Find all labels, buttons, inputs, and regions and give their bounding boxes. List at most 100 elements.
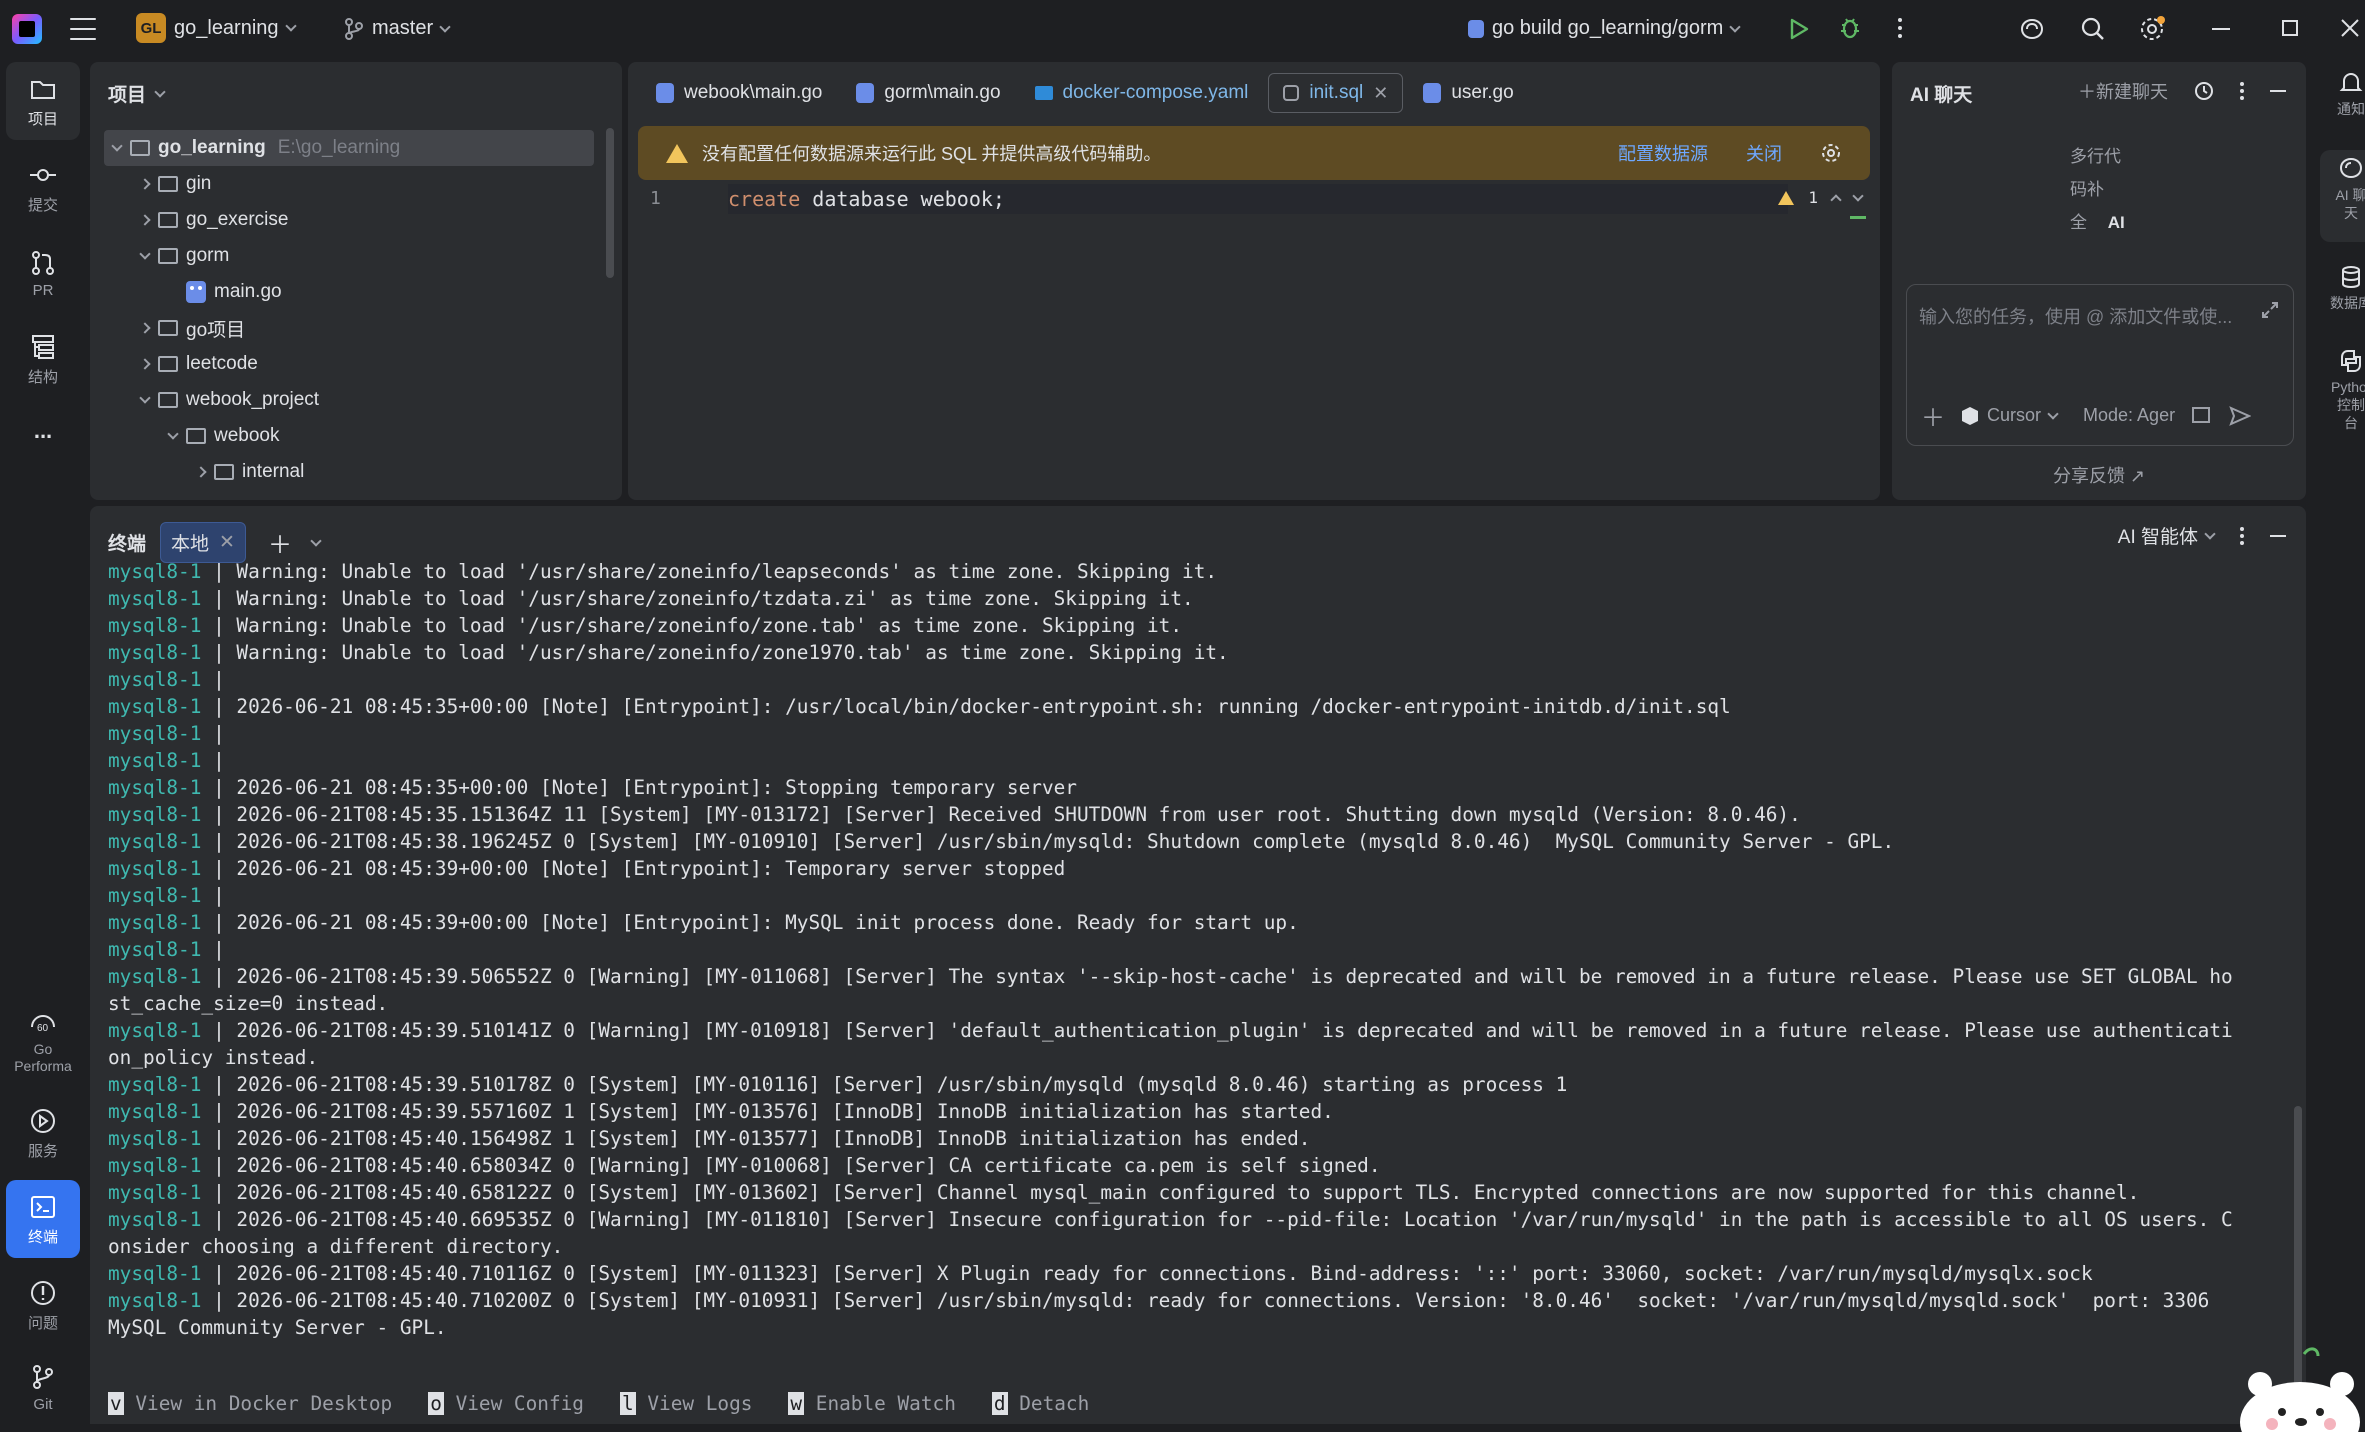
tab-user-go[interactable]: user.go [1409,73,1527,113]
close-tab-icon[interactable]: ✕ [219,531,235,554]
minimize-icon[interactable] [2212,28,2230,30]
tree-item-webook-project[interactable]: webook_project [104,382,622,418]
settings-icon[interactable] [2138,14,2168,44]
chevron-up-icon[interactable] [1830,193,1842,206]
terminal-line: mysql8-1 | 2026-06-21T08:45:40.156498Z 1… [108,1125,2306,1152]
container-prefix: mysql8-1 [108,965,202,988]
git-tool-button[interactable]: Git [6,1348,80,1426]
tree-item-root[interactable]: go_learning E:\go_learning [104,130,594,166]
commit-tool-button[interactable]: 提交 [6,148,80,226]
project-panel-header[interactable]: 项目 [108,80,166,107]
chevron-down-icon [111,140,123,152]
terminal-output[interactable]: mysql8-1 | Warning: Unable to load '/usr… [108,558,2306,1341]
branch-selector[interactable]: master [344,17,451,40]
tab-gorm-main-go[interactable]: gorm\main.go [842,73,1014,113]
configure-datasource-link[interactable]: 配置数据源 [1618,140,1708,166]
tree-item-leetcode[interactable]: leetcode [104,346,622,382]
new-terminal-icon[interactable]: ＋ [268,525,292,560]
ide-logo-icon[interactable] [12,14,42,44]
panel-title: 项目 [108,85,147,106]
chevron-down-icon [2047,407,2059,420]
container-prefix: mysql8-1 [108,668,202,691]
project-tool-button[interactable]: 项目 [6,62,80,140]
tree-item-go-project[interactable]: go项目 [104,310,622,346]
notifications-tool-button[interactable]: 通知 [2320,70,2365,118]
debug-icon[interactable] [1838,15,1862,41]
history-icon[interactable] [2194,81,2214,101]
ai-assistant-icon[interactable] [2018,16,2046,42]
model-name: Cursor [1987,405,2042,425]
ai-task-input[interactable]: 输入您的任务，使用 @ 添加文件或使... ＋ Cursor Mode: Age… [1906,284,2294,446]
add-context-icon[interactable]: ＋ [1921,398,1945,433]
send-icon[interactable] [2229,405,2252,426]
log-text: MySQL Community Server - GPL. [108,1316,447,1339]
run-config-selector[interactable]: go build go_learning/gorm [1468,17,1741,40]
project-tree: go_learning E:\go_learning gin go_exerci… [104,130,622,490]
problems-tool-button[interactable]: 问题 [6,1266,80,1344]
close-tab-icon[interactable]: ✕ [1373,83,1388,104]
folder-icon [186,428,206,444]
more-icon[interactable] [2240,526,2244,545]
maximize-icon[interactable] [2282,20,2298,36]
tree-item-internal[interactable]: internal [104,454,622,490]
go-file-icon [1468,19,1484,38]
minimize-icon[interactable] [2270,534,2286,537]
terminal-tab-local[interactable]: 本地 ✕ [160,522,246,563]
more-actions-icon[interactable] [1898,18,1902,38]
run-icon[interactable] [1788,17,1810,41]
log-text: | 2026-06-21T08:45:39.510141Z 0 [Warning… [201,1019,2233,1042]
terminal-line: mysql8-1 | [108,747,2306,774]
more-tools-button[interactable]: ... [6,406,80,456]
services-tool-button[interactable]: 服务 [6,1094,80,1172]
tab-init-sql[interactable]: init.sql ✕ [1268,73,1404,113]
close-banner-link[interactable]: 关闭 [1746,140,1782,166]
model-selector[interactable]: Cursor [1961,405,2059,426]
search-icon[interactable] [2080,16,2106,42]
main-menu-icon[interactable] [70,18,96,40]
tree-item-main-go[interactable]: main.go [104,274,622,310]
shortcut-item[interactable]: d Detach [991,1390,1089,1417]
tab-webook-main-go[interactable]: webook\main.go [642,73,836,113]
shortcut-item[interactable]: v View in Docker Desktop [108,1390,392,1417]
python-console-tool-button[interactable]: Python 控制台 [2320,348,2365,432]
code-line[interactable]: create database webook; [728,184,1788,214]
shortcut-item[interactable]: w Enable Watch [788,1390,956,1417]
minimize-icon[interactable] [2270,90,2286,92]
tab-docker-compose[interactable]: docker-compose.yaml [1021,73,1263,113]
terminal-tool-button[interactable]: 终端 [6,1180,80,1258]
mode-selector[interactable]: Mode: Ager [2083,405,2175,426]
screenshot-icon[interactable] [2191,406,2213,426]
pr-tool-button[interactable]: PR [6,234,80,312]
tool-label: Git [33,1395,53,1413]
go-performance-tool-button[interactable]: 60 Go Performa [6,996,80,1086]
terminal-header: 终端 本地 ✕ ＋ [108,522,322,563]
tree-item-gorm[interactable]: gorm [104,238,622,274]
chevron-down-icon[interactable] [1852,189,1864,202]
ai-agent-selector[interactable]: AI 智能体 [2118,522,2216,549]
code-area[interactable]: 1 create database webook; 1 [628,184,1880,500]
shortcut-item[interactable]: l View Logs [619,1390,752,1417]
shortcut-item[interactable]: o View Config [428,1390,584,1417]
more-icon[interactable] [2240,82,2244,100]
log-text: | Warning: Unable to load '/usr/share/zo… [201,641,1229,664]
shortcut-key: o [428,1392,444,1415]
container-prefix: mysql8-1 [108,1019,202,1042]
chevron-down-icon[interactable] [310,534,322,547]
structure-tool-button[interactable]: 结构 [6,320,80,398]
inspection-widget[interactable]: 1 [1778,188,1864,207]
new-chat-button[interactable]: ＋新建聊天 [2078,78,2168,104]
chevron-right-icon [139,322,151,334]
database-tool-button[interactable]: 数据库 [2320,264,2365,312]
project-selector[interactable]: GL go_learning [136,13,297,43]
tree-item-webook[interactable]: webook [104,418,622,454]
tree-item-gin[interactable]: gin [104,166,622,202]
editor-tabs: webook\main.go gorm\main.go docker-compo… [628,62,1880,124]
share-feedback-link[interactable]: 分享反馈 ↗ [1892,462,2306,488]
close-window-icon[interactable] [2340,18,2360,38]
ai-chat-tool-button[interactable]: AI 聊天 [2320,150,2365,242]
expand-icon[interactable] [2261,301,2279,319]
container-prefix: mysql8-1 [108,749,202,772]
project-scrollbar[interactable] [606,128,614,278]
gear-icon[interactable] [1820,142,1842,164]
tree-item-go-exercise[interactable]: go_exercise [104,202,622,238]
